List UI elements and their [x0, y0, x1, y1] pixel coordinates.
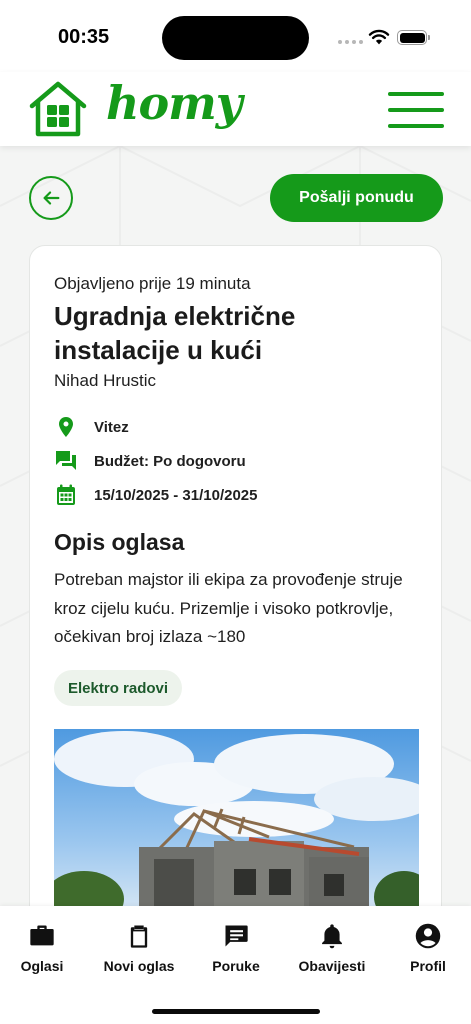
nav-item-obavijesti[interactable]: Obavijesti	[287, 922, 377, 974]
nav-label-profil: Profil	[410, 958, 446, 974]
description-text: Potreban majstor ili ekipa za provođenje…	[54, 570, 403, 646]
calendar-icon	[57, 484, 75, 505]
nav-item-profil[interactable]: Profil	[383, 922, 471, 974]
hamburger-menu-icon[interactable]	[388, 92, 444, 128]
listing-title: Ugradnja električne instalacije u kući	[54, 301, 296, 365]
nav-item-novi-oglas[interactable]: Novi oglas	[94, 922, 184, 974]
wifi-icon	[368, 29, 390, 45]
location-pin-icon	[59, 417, 73, 437]
category-tag[interactable]: Elektro radovi	[54, 670, 183, 706]
nav-label-obavijesti: Obavijesti	[298, 958, 366, 974]
nav-label-oglasi: Oglasi	[20, 958, 64, 974]
client-name: Nihad Hrustic	[54, 371, 157, 390]
bottom-navigation: Oglasi Novi oglas Poruke Obavijesti Prof…	[0, 906, 471, 1024]
account-circle-icon	[415, 923, 441, 949]
listing-card: Objavljeno prije 19 minuta Ugradnja elek…	[29, 245, 442, 945]
construction-photo[interactable]	[54, 729, 419, 919]
app-header: homy	[0, 72, 471, 146]
house-logo-icon	[29, 81, 87, 137]
nav-item-oglasi[interactable]: Oglasi	[0, 922, 87, 974]
cellular-signal-icon	[338, 40, 363, 44]
location-text: Vitez	[94, 418, 129, 436]
message-icon	[225, 925, 248, 947]
status-bar: 00:35	[0, 0, 471, 72]
description-heading: Opis oglasa	[54, 529, 185, 555]
budget-text: Budžet: Po dogovoru	[94, 452, 246, 470]
chat-bubbles-icon	[56, 451, 76, 470]
arrow-left-icon	[43, 191, 60, 205]
posted-time: Objavljeno prije 19 minuta	[54, 274, 251, 293]
home-indicator[interactable]	[152, 1009, 320, 1014]
send-offer-button[interactable]: Pošalji ponudu	[270, 174, 443, 222]
dates-text: 15/10/2025 - 31/10/2025	[94, 486, 258, 504]
location-row: Vitez	[54, 414, 129, 440]
status-time: 00:35	[58, 26, 110, 48]
nav-label-poruke: Poruke	[212, 958, 260, 974]
battery-icon	[397, 30, 430, 45]
back-button[interactable]	[29, 176, 73, 220]
dynamic-island	[162, 16, 309, 60]
nav-item-poruke[interactable]: Poruke	[191, 922, 281, 974]
briefcase-icon	[30, 925, 54, 946]
nav-label-novi-oglas: Novi oglas	[103, 958, 175, 974]
clipboard-icon	[130, 925, 148, 948]
bell-icon	[322, 924, 342, 949]
dates-row: 15/10/2025 - 31/10/2025	[54, 482, 257, 508]
budget-row: Budžet: Po dogovoru	[54, 448, 246, 474]
app-logo-text: homy	[106, 76, 243, 130]
